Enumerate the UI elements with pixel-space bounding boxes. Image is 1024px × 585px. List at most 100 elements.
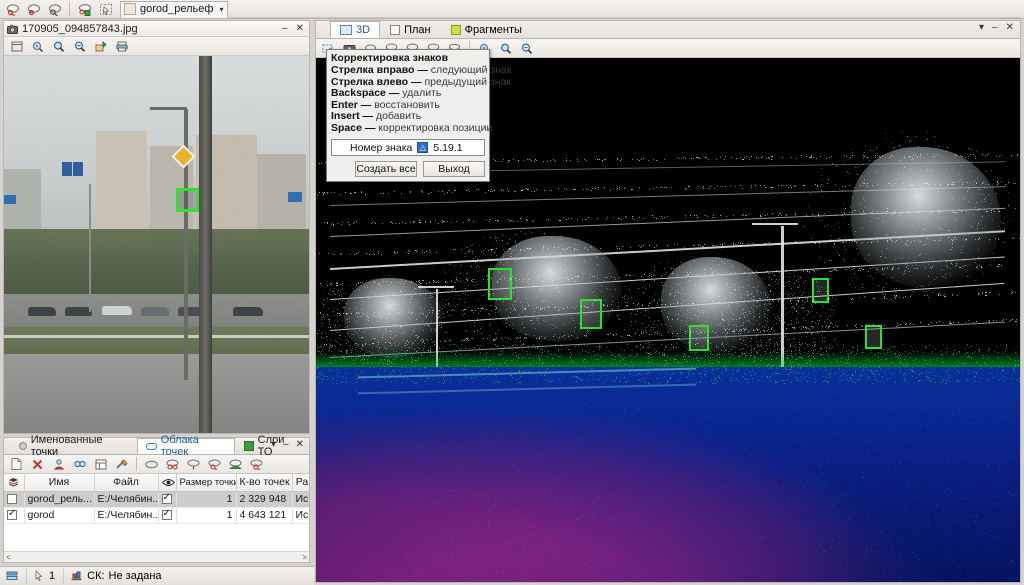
- point-cloud-point: [922, 236, 923, 237]
- zoom-out-icon[interactable]: [517, 40, 536, 57]
- horizontal-scrollbar[interactable]: < >: [4, 551, 309, 562]
- cloud-settings-icon[interactable]: [163, 456, 182, 473]
- close-button[interactable]: ✕: [1004, 23, 1016, 33]
- fit-window-icon[interactable]: [7, 38, 26, 55]
- find-icon[interactable]: [70, 456, 89, 473]
- column-header-point-count[interactable]: К-во точек: [236, 474, 292, 491]
- status-layer-cell[interactable]: [6, 569, 27, 584]
- sign-highlight-box[interactable]: [176, 188, 200, 212]
- export-icon[interactable]: [91, 38, 110, 55]
- tools-icon[interactable]: [112, 456, 131, 473]
- minimize-button[interactable]: –: [990, 23, 1000, 33]
- zoom-in-icon[interactable]: [49, 38, 68, 55]
- status-crs-cell[interactable]: СК: Не задана: [70, 569, 169, 584]
- chevron-down-icon[interactable]: ▾: [219, 5, 223, 14]
- status-selection-cell[interactable]: 1: [33, 569, 64, 584]
- tab-point-clouds[interactable]: Облака точек: [137, 438, 235, 454]
- print-icon[interactable]: [112, 38, 131, 55]
- row-eye-checkbox[interactable]: [158, 491, 176, 507]
- checkbox[interactable]: [162, 510, 172, 520]
- checkbox[interactable]: [162, 494, 172, 504]
- photo-grain: [67, 128, 68, 129]
- point-cloud-point: [556, 253, 557, 254]
- close-button[interactable]: ✕: [294, 440, 306, 450]
- checkbox[interactable]: [7, 510, 17, 520]
- point-cloud-point: [785, 294, 786, 295]
- column-header-name[interactable]: Имя: [24, 474, 94, 491]
- photo-grain: [80, 394, 81, 395]
- point-cloud-green-icon[interactable]: [75, 1, 94, 18]
- photo-grain: [189, 241, 190, 242]
- tab-named-points[interactable]: Именованные точки: [10, 438, 137, 454]
- photo-grain: [278, 388, 279, 389]
- new-icon[interactable]: [7, 456, 26, 473]
- photo-grain: [174, 154, 175, 155]
- point-cloud-point: [332, 253, 333, 254]
- row-eye-checkbox[interactable]: [158, 507, 176, 523]
- selection-icon[interactable]: [96, 1, 115, 18]
- tab-fragments[interactable]: Фрагменты: [441, 21, 532, 38]
- point-cloud-point: [479, 267, 480, 268]
- point-cloud-search-icon[interactable]: [45, 1, 64, 18]
- point-cloud-point: [418, 336, 419, 337]
- pan-icon[interactable]: [28, 38, 47, 55]
- properties-icon[interactable]: [91, 456, 110, 473]
- column-header-point-size[interactable]: Размер точки, п: [176, 474, 236, 491]
- point-cloud-point: [767, 337, 768, 338]
- column-header-file[interactable]: Файл: [94, 474, 158, 491]
- point-cloud-point: [1001, 155, 1002, 156]
- point-cloud-point: [472, 310, 473, 311]
- photo-grain: [289, 295, 290, 296]
- cloud-zoom-icon[interactable]: [205, 456, 224, 473]
- point-cloud-point: [350, 285, 351, 286]
- point-cloud-point: [666, 285, 667, 286]
- column-header-source[interactable]: Ра: [292, 474, 309, 491]
- point-cloud-point: [586, 336, 587, 337]
- zoom-out-icon[interactable]: [70, 38, 89, 55]
- photo-grain: [85, 112, 86, 113]
- delete-icon[interactable]: [28, 456, 47, 473]
- photo-grain: [165, 360, 166, 361]
- tab-3d[interactable]: 3D: [330, 21, 380, 38]
- scroll-right-arrow[interactable]: >: [302, 553, 307, 562]
- point-cloud-point: [650, 352, 651, 353]
- point-cloud-point: [660, 263, 661, 264]
- cloud-icon[interactable]: [142, 456, 161, 473]
- point-cloud-open-icon[interactable]: [3, 1, 22, 18]
- column-header-visibility[interactable]: [4, 474, 24, 491]
- close-button[interactable]: ✕: [294, 24, 306, 34]
- tab-menu-button[interactable]: ▾: [977, 23, 986, 33]
- photo-grain: [59, 299, 60, 300]
- point-cloud-point: [648, 305, 649, 306]
- photo-grain: [83, 329, 84, 330]
- point-cloud-add-icon[interactable]: [24, 1, 43, 18]
- import-icon[interactable]: [49, 456, 68, 473]
- checkbox[interactable]: [7, 494, 17, 504]
- point-clouds-table[interactable]: Имя Файл Размер точки, п К-во точек: [4, 474, 309, 562]
- tab-menu-button[interactable]: ▾: [269, 440, 278, 450]
- photo-grain: [144, 368, 145, 369]
- point-cloud-point: [424, 343, 425, 344]
- scroll-left-arrow[interactable]: <: [6, 553, 11, 562]
- photo-grain: [79, 410, 80, 411]
- document-tab-gorod[interactable]: gorod_рельеф ▾: [120, 1, 228, 18]
- minimize-button[interactable]: –: [280, 24, 290, 34]
- point-cloud-point: [933, 240, 934, 241]
- column-header-eye[interactable]: [158, 474, 176, 491]
- photo-image[interactable]: [4, 56, 309, 433]
- cloud-filter-icon[interactable]: [184, 456, 203, 473]
- row-visibility-checkbox[interactable]: [4, 491, 24, 507]
- point-cloud-point: [863, 269, 864, 270]
- point-cloud-point: [635, 300, 636, 301]
- zoom-in-icon[interactable]: [496, 40, 515, 57]
- point-cloud-point: [440, 341, 441, 342]
- point-cloud-point: [625, 295, 626, 296]
- minimize-button[interactable]: –: [281, 440, 291, 450]
- table-row[interactable]: gorod E:/Челябин... 1 4 643 121 Ис: [4, 507, 309, 523]
- row-visibility-checkbox[interactable]: [4, 507, 24, 523]
- point-cloud-point: [654, 334, 655, 335]
- cloud-search-icon[interactable]: [247, 456, 266, 473]
- table-row[interactable]: gorod_рель... E:/Челябин... 1 2 329 948 …: [4, 491, 309, 507]
- tab-plan[interactable]: План: [380, 21, 441, 38]
- cloud-color-icon[interactable]: [226, 456, 245, 473]
